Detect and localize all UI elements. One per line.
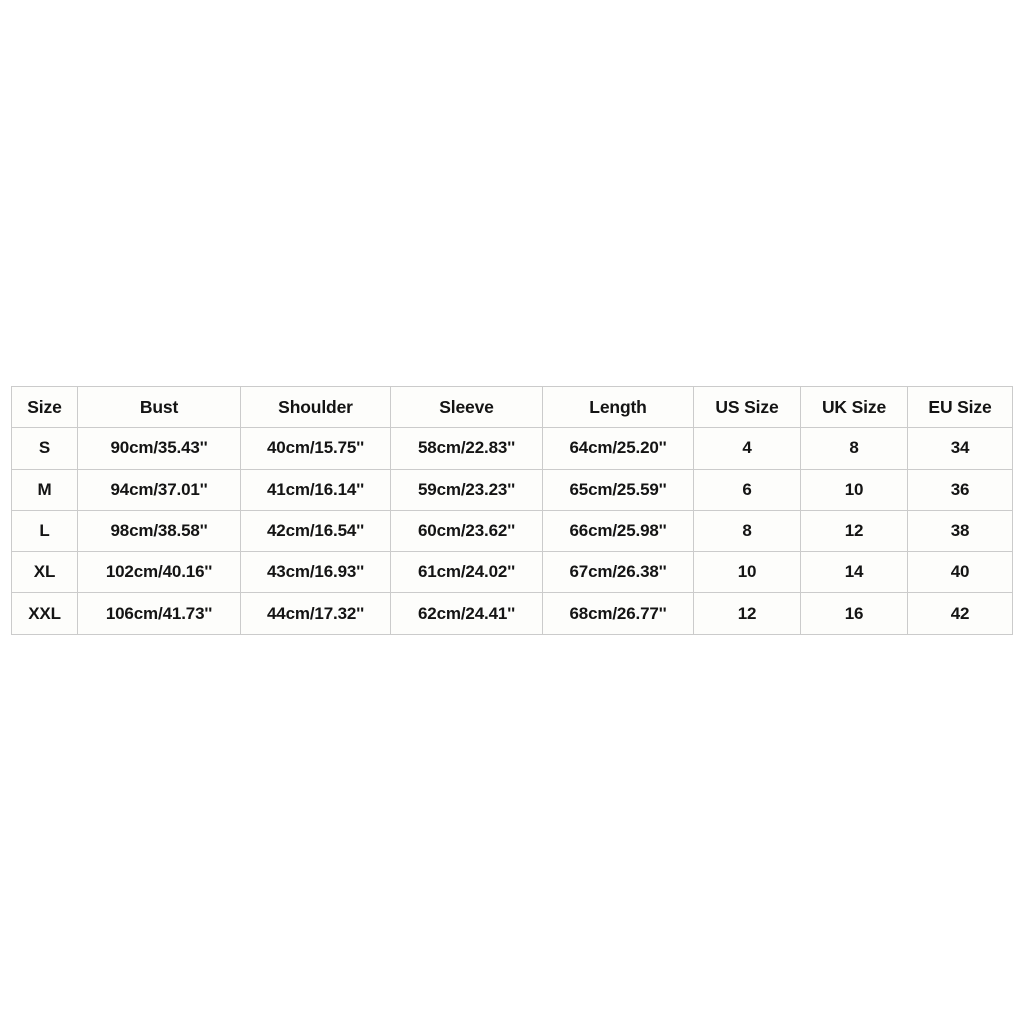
cell-uk-size: 8 [800,427,908,470]
column-header-uk-size: UK Size [800,385,908,429]
cell-shoulder: 40cm/15.75'' [240,427,391,470]
table-row: XL 102cm/40.16'' 43cm/16.93'' 61cm/24.02… [11,551,1013,594]
size-chart-container: Size Bust Shoulder Sleeve Length US Size… [11,385,1013,635]
cell-length: 66cm/25.98'' [542,509,694,553]
cell-uk-size: 12 [800,509,908,553]
cell-uk-size: 16 [800,592,908,635]
cell-bust: 94cm/37.01'' [77,468,241,511]
column-header-size: Size [11,385,78,429]
size-chart-body: S 90cm/35.43'' 40cm/15.75'' 58cm/22.83''… [11,427,1013,635]
cell-shoulder: 41cm/16.14'' [240,468,391,511]
cell-us-size: 8 [693,509,801,553]
cell-size: S [11,427,78,470]
cell-sleeve: 59cm/23.23'' [390,468,543,511]
cell-eu-size: 38 [907,509,1013,553]
column-header-length: Length [542,385,694,429]
table-row: S 90cm/35.43'' 40cm/15.75'' 58cm/22.83''… [11,427,1013,470]
table-header-row: Size Bust Shoulder Sleeve Length US Size… [11,385,1013,429]
column-header-us-size: US Size [693,385,801,429]
cell-us-size: 10 [693,551,801,594]
cell-length: 65cm/25.59'' [542,468,694,511]
cell-uk-size: 14 [800,551,908,594]
cell-sleeve: 62cm/24.41'' [390,592,543,635]
cell-eu-size: 36 [907,468,1013,511]
column-header-bust: Bust [77,385,241,429]
cell-shoulder: 42cm/16.54'' [240,509,391,553]
column-header-sleeve: Sleeve [390,385,543,429]
cell-length: 67cm/26.38'' [542,551,694,594]
table-row: XXL 106cm/41.73'' 44cm/17.32'' 62cm/24.4… [11,592,1013,635]
size-chart-table: Size Bust Shoulder Sleeve Length US Size… [11,385,1013,635]
cell-bust: 98cm/38.58'' [77,509,241,553]
cell-bust: 106cm/41.73'' [77,592,241,635]
table-row: L 98cm/38.58'' 42cm/16.54'' 60cm/23.62''… [11,509,1013,553]
cell-size: XXL [11,592,78,635]
cell-sleeve: 61cm/24.02'' [390,551,543,594]
size-chart-header: Size Bust Shoulder Sleeve Length US Size… [11,385,1013,429]
cell-eu-size: 34 [907,427,1013,470]
cell-us-size: 12 [693,592,801,635]
cell-sleeve: 60cm/23.62'' [390,509,543,553]
cell-size: L [11,509,78,553]
cell-sleeve: 58cm/22.83'' [390,427,543,470]
cell-length: 68cm/26.77'' [542,592,694,635]
cell-size: XL [11,551,78,594]
table-row: M 94cm/37.01'' 41cm/16.14'' 59cm/23.23''… [11,468,1013,511]
cell-shoulder: 44cm/17.32'' [240,592,391,635]
cell-shoulder: 43cm/16.93'' [240,551,391,594]
cell-eu-size: 42 [907,592,1013,635]
cell-uk-size: 10 [800,468,908,511]
cell-size: M [11,468,78,511]
column-header-eu-size: EU Size [907,385,1013,429]
cell-length: 64cm/25.20'' [542,427,694,470]
cell-bust: 90cm/35.43'' [77,427,241,470]
cell-bust: 102cm/40.16'' [77,551,241,594]
cell-us-size: 4 [693,427,801,470]
page-canvas: Size Bust Shoulder Sleeve Length US Size… [0,0,1024,1024]
cell-us-size: 6 [693,468,801,511]
cell-eu-size: 40 [907,551,1013,594]
column-header-shoulder: Shoulder [240,385,391,429]
